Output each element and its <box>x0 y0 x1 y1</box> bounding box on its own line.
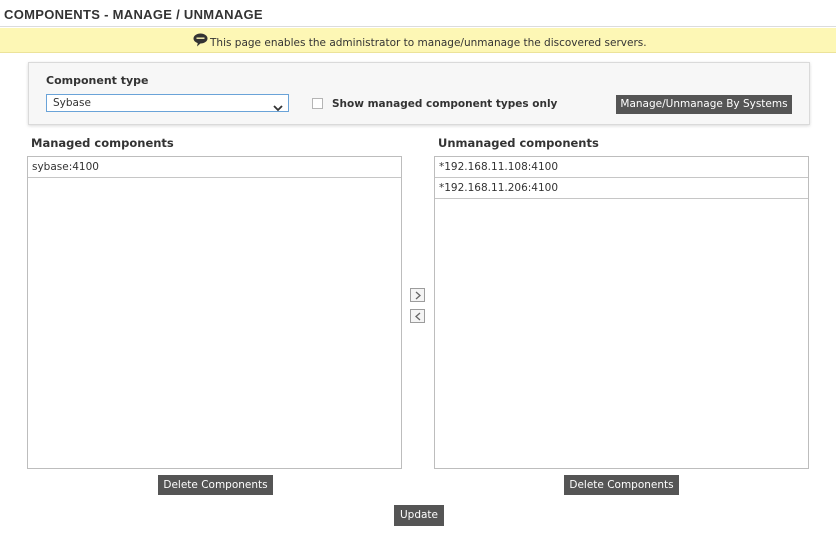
show-managed-label[interactable]: Show managed component types only <box>332 98 557 110</box>
unmanaged-components-title: Unmanaged components <box>438 136 599 150</box>
delete-unmanaged-button[interactable]: Delete Components <box>564 475 679 495</box>
delete-managed-button[interactable]: Delete Components <box>158 475 273 495</box>
component-type-label: Component type <box>46 74 149 87</box>
update-button[interactable]: Update <box>394 505 444 526</box>
component-type-value: Sybase <box>53 97 91 109</box>
page-title: COMPONENTS - MANAGE / UNMANAGE <box>4 7 263 22</box>
move-right-button[interactable] <box>410 288 425 302</box>
chevron-left-icon <box>415 312 421 321</box>
chevron-down-icon <box>273 98 283 112</box>
unmanaged-components-list[interactable]: *192.168.11.108:4100 *192.168.11.206:410… <box>434 156 809 469</box>
managed-components-title: Managed components <box>31 136 174 150</box>
chevron-right-icon <box>415 291 421 300</box>
component-type-select[interactable]: Sybase <box>46 94 289 112</box>
title-divider <box>0 26 836 27</box>
speech-bubble-icon <box>193 32 208 47</box>
show-managed-checkbox[interactable] <box>312 98 323 109</box>
list-item[interactable]: *192.168.11.108:4100 <box>435 157 808 178</box>
list-item[interactable]: *192.168.11.206:4100 <box>435 178 808 199</box>
list-item[interactable]: sybase:4100 <box>28 157 401 178</box>
info-bar: This page enables the administrator to m… <box>0 28 836 53</box>
manage-by-systems-button[interactable]: Manage/Unmanage By Systems <box>616 95 792 114</box>
filter-panel: Component type Sybase Show managed compo… <box>28 62 810 125</box>
move-left-button[interactable] <box>410 309 425 323</box>
info-message: This page enables the administrator to m… <box>210 37 647 49</box>
managed-components-list[interactable]: sybase:4100 <box>27 156 402 469</box>
